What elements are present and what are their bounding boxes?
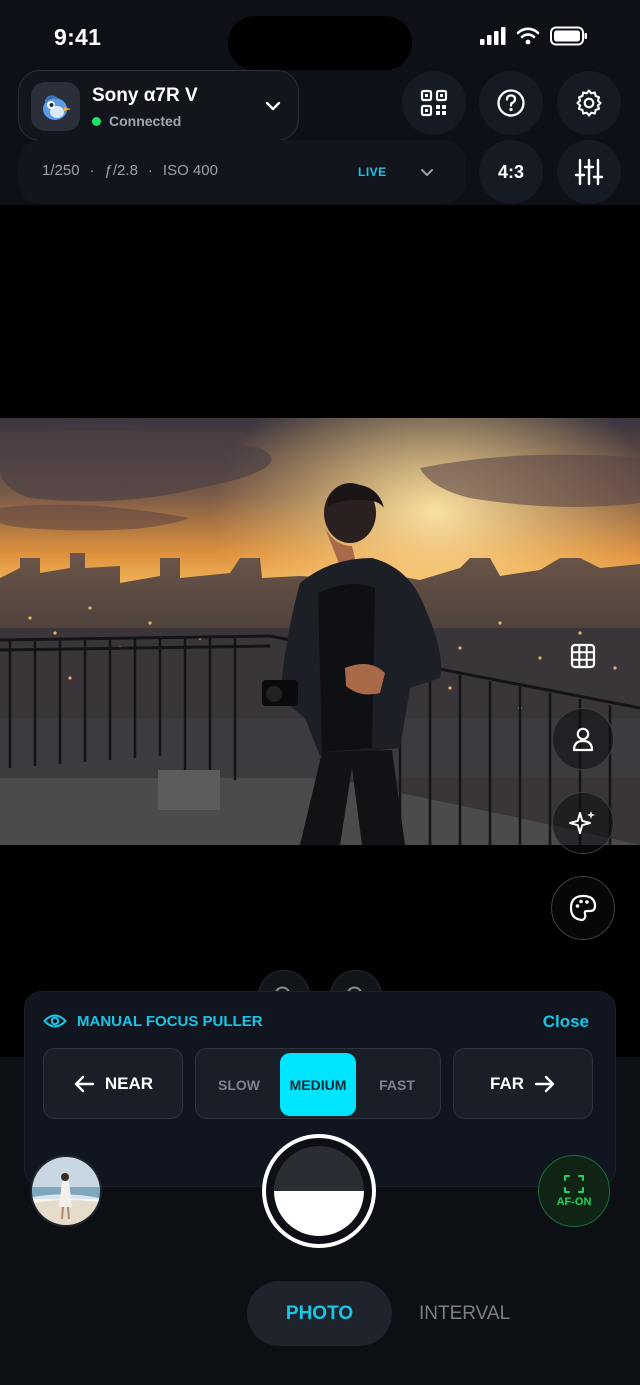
exposure-readout: 1/250 · ƒ/2.8 · ISO 400 <box>42 162 218 179</box>
wifi-icon <box>516 27 540 45</box>
palette-icon <box>569 894 597 922</box>
mode-interval[interactable]: INTERVAL <box>419 1303 510 1325</box>
speed-option-medium[interactable]: MEDIUM <box>280 1053 356 1116</box>
ai-enhance-button[interactable] <box>552 792 614 854</box>
af-on-button[interactable]: AF-ON <box>538 1155 610 1227</box>
gallery-thumbnail[interactable] <box>30 1155 102 1227</box>
iso: ISO 400 <box>162 162 218 179</box>
separator: · <box>147 162 153 179</box>
status-time: 9:41 <box>54 24 102 50</box>
help-button[interactable] <box>479 71 543 135</box>
qr-code-button[interactable] <box>402 71 466 135</box>
aperture: ƒ/2.8 <box>104 162 138 179</box>
near-label: NEAR <box>104 1073 154 1093</box>
mode-photo[interactable]: PHOTO <box>247 1281 392 1346</box>
focus-puller-title: MANUAL FOCUS PULLER <box>77 1012 263 1030</box>
dynamic-island <box>228 16 412 70</box>
speed-option-slow[interactable]: SLOW <box>200 1053 278 1116</box>
exposure-settings-bar[interactable]: 1/250 · ƒ/2.8 · ISO 400 LIVE <box>18 140 466 204</box>
chevron-down-icon <box>265 101 281 111</box>
aspect-ratio-button[interactable]: 4:3 <box>479 140 543 204</box>
camera-viewfinder[interactable] <box>0 418 640 845</box>
color-profile-button[interactable] <box>551 876 615 940</box>
camera-name: Sony α7R V <box>92 85 198 106</box>
qr-code-icon <box>420 89 448 117</box>
camera-avatar <box>31 82 80 131</box>
connection-status: Connected <box>92 113 181 129</box>
speed-option-fast[interactable]: FAST <box>358 1053 436 1116</box>
person-icon <box>572 727 594 752</box>
adjustments-button[interactable] <box>557 140 621 204</box>
sliders-icon <box>574 158 604 186</box>
arrow-right-icon <box>534 1075 555 1092</box>
signal-icon <box>480 27 506 45</box>
shutter-speed: 1/250 <box>42 162 80 179</box>
connected-dot-icon <box>92 116 101 126</box>
grid-icon <box>570 643 596 669</box>
settings-button[interactable] <box>557 71 621 135</box>
shutter-button[interactable] <box>262 1134 376 1248</box>
connection-status-label: Connected <box>109 113 182 129</box>
live-badge: LIVE <box>358 165 387 179</box>
status-icons <box>480 26 588 46</box>
focus-puller-header: MANUAL FOCUS PULLER <box>43 1012 263 1030</box>
bird-mascot-icon <box>42 94 71 120</box>
battery-icon <box>550 26 587 46</box>
focus-speed-selector: SLOW MEDIUM FAST <box>195 1048 441 1119</box>
focus-near-button[interactable]: NEAR <box>43 1048 183 1119</box>
live-preview-image <box>0 418 640 845</box>
focus-frame-icon <box>564 1175 584 1193</box>
far-label: FAR <box>490 1073 524 1093</box>
af-on-label: AF-ON <box>556 1196 592 1208</box>
close-button[interactable]: Close <box>543 1012 589 1032</box>
sparkles-icon <box>569 811 595 834</box>
top-bar: 9:41 Sony α7R V Connected 1/250 · ƒ/2.8 … <box>0 0 640 205</box>
grid-overlay-button[interactable] <box>552 625 614 687</box>
shutter-inner <box>274 1146 364 1236</box>
camera-selector[interactable]: Sony α7R V Connected <box>18 70 299 141</box>
arrow-left-icon <box>74 1075 95 1092</box>
separator: · <box>89 162 95 179</box>
eye-icon <box>43 1014 67 1028</box>
focus-far-button[interactable]: FAR <box>453 1048 593 1119</box>
gear-icon <box>576 89 602 117</box>
chevron-down-icon <box>421 169 433 176</box>
help-icon <box>497 89 525 117</box>
subject-detect-button[interactable] <box>552 708 614 770</box>
